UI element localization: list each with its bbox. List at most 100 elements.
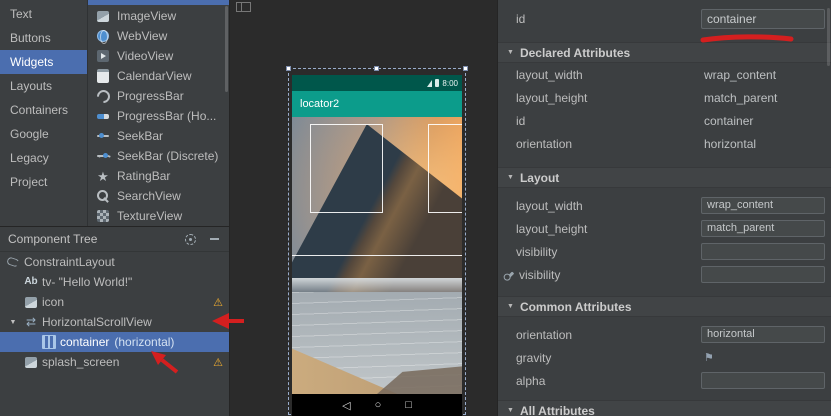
widget-item-webview[interactable]: WebView — [88, 26, 229, 46]
app-bar-title: locator2 — [300, 98, 339, 110]
palette-category-buttons[interactable]: Buttons — [0, 26, 87, 50]
tree-item-label: tv- "Hello World!" — [42, 275, 132, 289]
tree-item-horizontalscrollview[interactable]: ▼ ⇄ HorizontalScrollView — [0, 312, 229, 332]
section-title: All Attributes — [520, 404, 595, 416]
attr-value[interactable]: match_parent — [704, 91, 777, 105]
widget-item-seekbar-discrete[interactable]: SeekBar (Discrete) — [88, 146, 229, 166]
resize-handle[interactable] — [286, 66, 291, 71]
widget-item-ratingbar[interactable]: RatingBar — [88, 166, 229, 186]
warning-icon[interactable]: ⚠ — [213, 356, 223, 369]
attr-label-id: id — [516, 12, 525, 26]
attr-value-field[interactable] — [701, 243, 825, 260]
attributes-scrollbar[interactable] — [827, 8, 830, 66]
resize-handle[interactable] — [463, 66, 468, 71]
constraintlayout-icon — [6, 255, 20, 269]
section-common-attributes[interactable]: ▼Common Attributes — [498, 296, 831, 317]
back-icon: ◁ — [342, 399, 350, 412]
attr-value-field[interactable]: match_parent — [701, 220, 825, 237]
gear-icon[interactable] — [183, 232, 197, 246]
attr-value-field[interactable]: horizontal — [701, 326, 825, 343]
attr-row-visibility: visibility — [498, 240, 831, 263]
tree-item-label: HorizontalScrollView — [42, 315, 152, 329]
minimize-icon[interactable] — [207, 232, 221, 246]
ratingbar-icon — [96, 169, 110, 183]
palette-category-legacy[interactable]: Legacy — [0, 146, 87, 170]
attributes-panel: id ▼Declared Attributeslayout_widthwrap_… — [497, 0, 831, 416]
widget-item-calendarview[interactable]: CalendarView — [88, 66, 229, 86]
widget-label: ProgressBar (Ho... — [117, 109, 216, 123]
widget-item-progressbar[interactable]: ProgressBar — [88, 86, 229, 106]
attr-value-field[interactable] — [701, 372, 825, 389]
component-tree-header: Component Tree — [0, 227, 229, 252]
attr-label: orientation — [516, 137, 572, 151]
attr-row-alpha: alpha — [498, 369, 831, 392]
id-input[interactable] — [701, 9, 825, 29]
textview-ab-icon: Ab — [24, 275, 38, 289]
attr-label: alpha — [516, 374, 545, 388]
widget-label: ImageView — [117, 9, 176, 23]
imageview-icon — [24, 355, 38, 369]
horizontalscrollview-icon: ⇄ — [24, 315, 38, 329]
section-declared-attributes[interactable]: ▼Declared Attributes — [498, 42, 831, 63]
attr-label: orientation — [516, 328, 572, 342]
calendarview-icon — [96, 69, 110, 83]
tree-item-container[interactable]: container (horizontal) — [0, 332, 229, 352]
tree-item-icon[interactable]: icon⚠ — [0, 292, 229, 312]
attr-value-field[interactable]: wrap_content — [701, 197, 825, 214]
tree-item-suffix: (horizontal) — [114, 335, 174, 349]
signal-icon — [427, 80, 432, 87]
wrench-icon — [500, 265, 520, 285]
layout-bound-rect — [428, 124, 462, 213]
widget-item-seekbar[interactable]: SeekBar — [88, 126, 229, 146]
widget-item-searchview[interactable]: SearchView — [88, 186, 229, 206]
imageview-icon — [24, 295, 38, 309]
palette-category-text[interactable]: Text — [0, 2, 87, 26]
tree-item-tv-hello-world[interactable]: Ab tv- "Hello World!" — [0, 272, 229, 292]
palette-panel: TextButtonsWidgetsLayoutsContainersGoogl… — [0, 0, 230, 226]
tree-item-label: splash_screen — [42, 355, 119, 369]
section-collapse-icon: ▼ — [507, 49, 514, 56]
preview-app-bar: locator2 — [292, 91, 462, 117]
palette-scrollbar[interactable] — [225, 6, 228, 92]
widget-item-progressbar-ho[interactable]: ProgressBar (Ho... — [88, 106, 229, 126]
warning-icon[interactable]: ⚠ — [213, 296, 223, 309]
videoview-icon — [96, 49, 110, 63]
palette-widget-list: ImageView WebViewVideoViewCalendarView Pro… — [88, 0, 229, 226]
design-surface[interactable]: 8:00 locator2 ◁ ○ □ — [231, 0, 497, 416]
design-mode-icon[interactable] — [236, 2, 251, 12]
widget-item-textureview[interactable]: TextureView — [88, 206, 229, 226]
widget-item-imageview[interactable]: ImageView — [88, 6, 229, 26]
flag-icon[interactable]: ⚑ — [704, 351, 714, 364]
chevron-down-icon[interactable]: ▼ — [6, 319, 20, 326]
widget-label: ProgressBar — [117, 89, 184, 103]
attr-label: layout_height — [516, 222, 587, 236]
linearlayout-horizontal-icon — [42, 335, 56, 349]
device-preview[interactable]: 8:00 locator2 ◁ ○ □ — [292, 75, 462, 416]
attr-row-orientation: orientation horizontal — [498, 132, 831, 155]
attr-row-id: id — [498, 4, 831, 34]
palette-category-google[interactable]: Google — [0, 122, 87, 146]
progressbar-icon — [96, 89, 110, 103]
attr-value-field[interactable] — [701, 266, 825, 283]
recents-icon: □ — [405, 399, 412, 411]
resize-handle[interactable] — [374, 66, 379, 71]
section-collapse-icon: ▼ — [507, 303, 514, 310]
palette-category-widgets[interactable]: Widgets — [0, 50, 87, 74]
attr-value[interactable]: wrap_content — [704, 68, 776, 82]
palette-category-containers[interactable]: Containers — [0, 98, 87, 122]
tree-item-label: container — [60, 335, 109, 349]
attr-value[interactable]: horizontal — [704, 137, 756, 151]
section-all-attributes[interactable]: ▼ All Attributes — [498, 400, 831, 416]
tree-item-constraintlayout[interactable]: ConstraintLayout — [0, 252, 229, 272]
widget-item-videoview[interactable]: VideoView — [88, 46, 229, 66]
attr-value[interactable]: container — [704, 114, 753, 128]
palette-category-project[interactable]: Project — [0, 170, 87, 194]
widget-label: SearchView — [117, 189, 181, 203]
component-tree-panel: Component Tree ConstraintLayout Ab tv- "He… — [0, 226, 230, 416]
palette-category-layouts[interactable]: Layouts — [0, 74, 87, 98]
textureview-icon — [96, 209, 110, 223]
widget-label: SeekBar — [117, 129, 163, 143]
section-layout[interactable]: ▼Layout — [498, 167, 831, 188]
tree-item-splash-screen[interactable]: splash_screen ⚠ — [0, 352, 229, 372]
section-collapse-icon: ▼ — [507, 407, 514, 414]
